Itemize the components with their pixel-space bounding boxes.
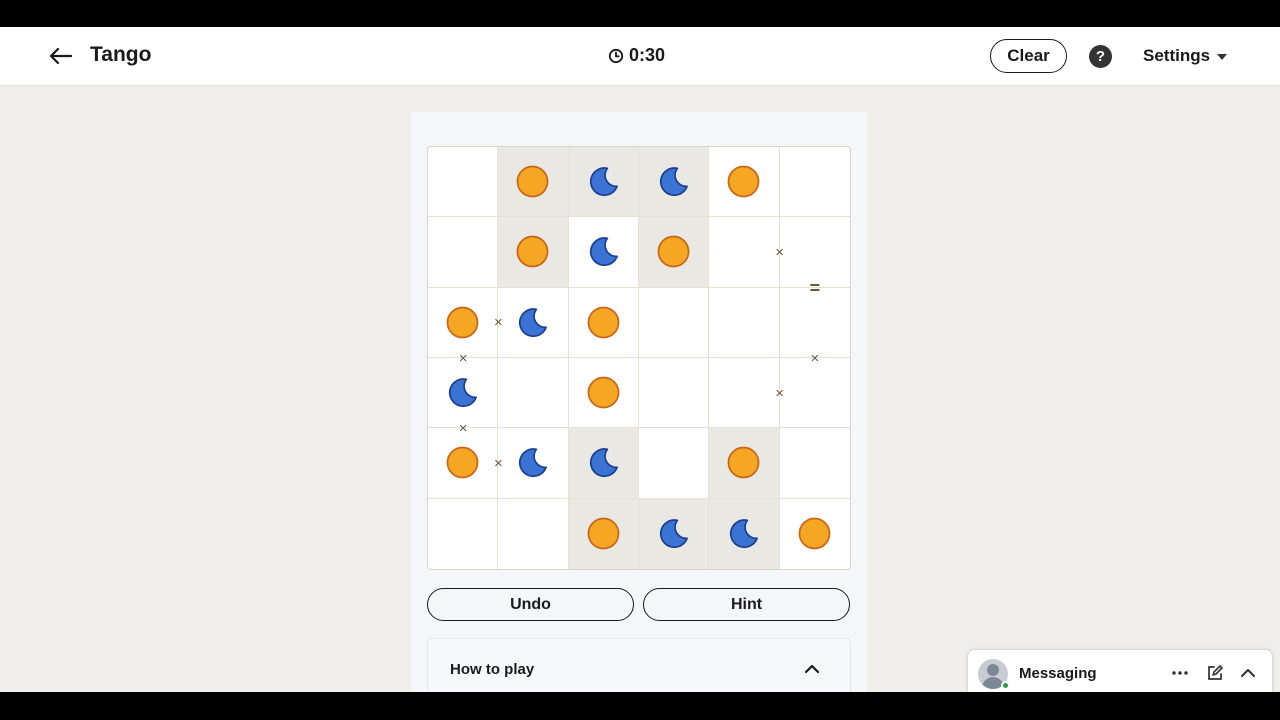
board-cell-r2-c6[interactable] bbox=[779, 217, 850, 288]
board-cell-r4-c6[interactable] bbox=[779, 358, 850, 429]
board-cell-r1-c5[interactable] bbox=[709, 147, 780, 218]
messaging-label: Messaging bbox=[1019, 665, 1097, 682]
board-cell-r3-c3[interactable] bbox=[568, 287, 639, 358]
board-cell-r2-c3[interactable] bbox=[568, 217, 639, 288]
board-cell-r2-c4[interactable] bbox=[639, 217, 710, 288]
board-cell-r1-c4[interactable] bbox=[639, 147, 710, 218]
sun-icon bbox=[727, 446, 760, 479]
caret-down-icon bbox=[1217, 54, 1228, 60]
messaging-bar[interactable]: Messaging bbox=[967, 649, 1273, 692]
board-cell-r4-c1[interactable] bbox=[428, 358, 499, 429]
clock-icon bbox=[608, 48, 624, 63]
board-cell-r6-c3[interactable] bbox=[568, 498, 639, 569]
board-cell-r6-c1[interactable] bbox=[428, 498, 499, 569]
sun-icon bbox=[446, 446, 479, 479]
board-cell-r5-c4[interactable] bbox=[639, 428, 710, 499]
board-cell-r3-c6[interactable] bbox=[779, 288, 850, 358]
board-cell-r5-c3[interactable] bbox=[568, 428, 639, 499]
timer: 0:30 bbox=[608, 45, 665, 66]
board-cell-r5-c2[interactable] bbox=[498, 428, 569, 499]
board-cell-r4-c4[interactable] bbox=[639, 358, 710, 429]
moon-icon bbox=[516, 446, 549, 479]
board-cell-r3-c5[interactable] bbox=[709, 287, 780, 358]
moon-icon bbox=[657, 165, 690, 198]
sun-icon bbox=[516, 235, 549, 268]
back-arrow-icon[interactable] bbox=[44, 41, 76, 71]
top-bar: Tango 0:30 Clear ? Settings bbox=[0, 27, 1280, 86]
board-cell-r2-c5[interactable] bbox=[709, 217, 780, 288]
board-cell-r5-c6[interactable] bbox=[779, 428, 850, 499]
sun-icon bbox=[657, 235, 690, 268]
board-cell-r6-c2[interactable] bbox=[498, 498, 569, 569]
board-cell-r3-c4[interactable] bbox=[639, 287, 710, 358]
moon-icon bbox=[446, 376, 479, 409]
moon-icon bbox=[657, 517, 690, 550]
moon-icon bbox=[587, 235, 620, 268]
board-cell-r2-c2[interactable] bbox=[498, 217, 569, 288]
online-status-icon bbox=[1001, 681, 1010, 690]
game-viewport: Tango 0:30 Clear ? Settings × = × × × × × × Und… bbox=[0, 27, 1280, 692]
board-cell-r6-c4[interactable] bbox=[639, 498, 710, 569]
board-cell-r4-c2[interactable] bbox=[498, 358, 569, 429]
board-cell-r6-c5[interactable] bbox=[709, 498, 780, 569]
board-cell-r3-c1[interactable] bbox=[428, 287, 499, 358]
settings-dropdown[interactable]: Settings bbox=[1143, 46, 1228, 66]
sun-icon bbox=[727, 165, 760, 198]
board-cell-r2-c1[interactable] bbox=[428, 217, 499, 288]
compose-icon[interactable] bbox=[1204, 662, 1226, 684]
chevron-up-icon[interactable] bbox=[802, 659, 822, 679]
board-cell-r4-c3[interactable] bbox=[568, 358, 639, 429]
sun-icon bbox=[587, 517, 620, 550]
board-cell-r1-c1[interactable] bbox=[428, 147, 499, 218]
timer-value: 0:30 bbox=[629, 45, 666, 65]
how-to-play-title: How to play bbox=[450, 661, 535, 678]
moon-icon bbox=[587, 446, 620, 479]
board-cell-r1-c2[interactable] bbox=[498, 147, 569, 218]
undo-button[interactable]: Undo bbox=[427, 588, 634, 621]
moon-icon bbox=[516, 306, 549, 339]
moon-icon bbox=[587, 165, 620, 198]
board-cell-r6-c6[interactable] bbox=[780, 499, 850, 569]
board-cell-r5-c5[interactable] bbox=[709, 428, 780, 499]
board-cell-r4-c5[interactable] bbox=[709, 358, 780, 429]
board-cell-r1-c6[interactable] bbox=[779, 147, 850, 218]
help-icon[interactable]: ? bbox=[1089, 45, 1112, 68]
sun-icon bbox=[587, 306, 620, 339]
more-options-icon[interactable] bbox=[1169, 662, 1191, 684]
board-cell-r1-c3[interactable] bbox=[568, 147, 639, 218]
how-to-play-section[interactable]: How to play bbox=[427, 638, 851, 692]
sun-icon bbox=[446, 306, 479, 339]
sun-icon bbox=[798, 517, 831, 550]
sun-icon bbox=[516, 165, 549, 198]
sun-icon bbox=[587, 376, 620, 409]
chevron-up-icon[interactable] bbox=[1237, 662, 1259, 684]
clear-button[interactable]: Clear bbox=[990, 39, 1067, 73]
board-cell-r3-c2[interactable] bbox=[498, 287, 569, 358]
settings-label: Settings bbox=[1143, 46, 1211, 65]
game-board: × = × × × × × × bbox=[427, 146, 851, 570]
hint-button[interactable]: Hint bbox=[643, 588, 850, 621]
moon-icon bbox=[727, 517, 760, 550]
game-title: Tango bbox=[90, 43, 152, 66]
board-cell-r5-c1[interactable] bbox=[428, 428, 499, 499]
